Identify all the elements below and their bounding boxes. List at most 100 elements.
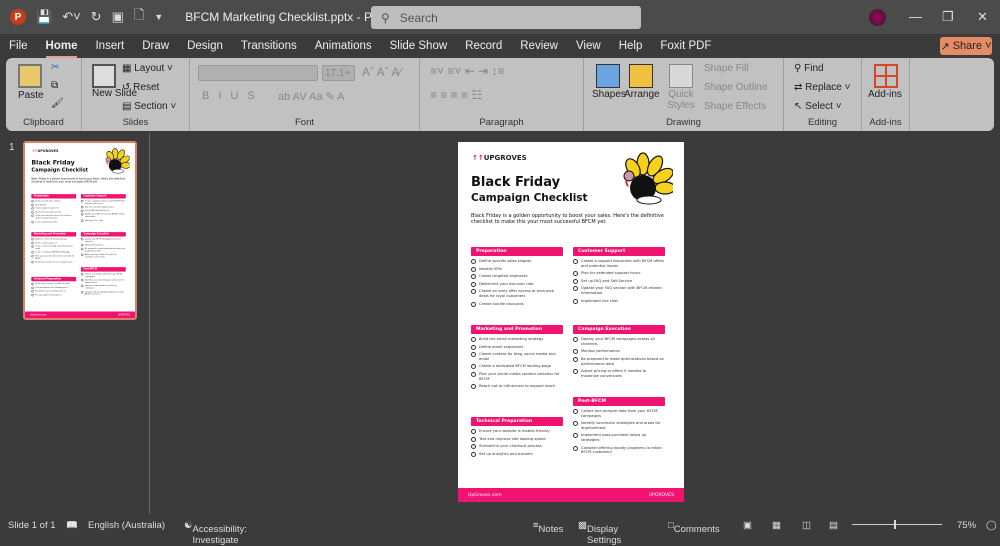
notes-button[interactable]: ≡ Notes	[533, 520, 563, 535]
checkbox-circle-icon	[81, 247, 84, 251]
tab-animations[interactable]: Animations	[306, 36, 381, 58]
ribbon-tabs: File Home Insert Draw Design Transitions…	[0, 36, 720, 58]
share-button[interactable]: ↗ Share ˅	[940, 37, 992, 55]
restore-icon[interactable]: ❐	[942, 9, 954, 25]
tab-review[interactable]: Review	[511, 36, 567, 58]
language[interactable]: English (Australia)	[88, 520, 165, 531]
slide-canvas[interactable]: ↑↑UPGROVES Black Friday Campaign Checklist…	[458, 142, 684, 502]
thumbnail-number: 1	[9, 142, 15, 153]
undo-icon[interactable]: ↶˅	[62, 9, 80, 25]
checkbox-circle-icon	[31, 251, 34, 254]
checkbox-circle-icon	[31, 241, 34, 245]
checklist-item: Collect and analyze data from your BFCM …	[81, 273, 126, 278]
tab-transitions[interactable]: Transitions	[232, 36, 306, 58]
shape-effects-button[interactable]: Shape Effects	[704, 101, 766, 112]
tab-record[interactable]: Record	[456, 36, 511, 58]
font-color-icons[interactable]: ab AV Aa ✎ A	[278, 90, 345, 103]
checklist-item-text: Create an early offer access or exclusiv…	[35, 214, 72, 220]
tab-draw[interactable]: Draw	[133, 36, 178, 58]
notes-label: Notes	[538, 524, 564, 535]
search-box[interactable]: ⚲ Search	[371, 6, 641, 29]
slide: ↑↑UPGROVES Black Friday Campaign Checklist…	[458, 142, 684, 502]
fit-to-window-icon[interactable]: ◯	[986, 520, 997, 531]
checklist-item: Consider offering loyalty programs to re…	[81, 290, 126, 296]
checklist-item: Build the email marketing strategy	[31, 237, 76, 241]
accessibility-status[interactable]: ☯ Accessibility: Investigate	[184, 520, 247, 546]
layout-button[interactable]: ▦ Layout ˅	[122, 63, 173, 74]
customize-qat-icon[interactable]: ▼	[154, 12, 163, 22]
zoom-slider-thumb[interactable]	[894, 520, 896, 529]
checklist-item: Define specific sales targets	[471, 259, 563, 264]
avatar[interactable]	[869, 9, 886, 26]
slideshow-icon[interactable]: ▤	[829, 520, 838, 531]
cut-icon[interactable]: ✂	[51, 62, 59, 73]
redo-icon[interactable]: ↻	[91, 9, 102, 25]
checklist-item: Set up FAQ and Self-Service	[81, 209, 126, 213]
tab-insert[interactable]: Insert	[86, 36, 133, 58]
present-icon[interactable]: ▣	[112, 9, 124, 25]
checkbox-circle-icon	[573, 278, 578, 284]
checklist-item: Be prepared to make optimizations based …	[573, 356, 665, 367]
checklist-item-text: Implement post-purchase follow up strate…	[581, 433, 647, 443]
checklist-item: Identify KPIs	[471, 266, 563, 272]
font-size-icons[interactable]: Aˆ Aˇ A∕	[362, 65, 401, 79]
save-icon[interactable]: 💾	[36, 9, 52, 25]
layout-label: Layout	[134, 63, 165, 74]
section-heading: Marketing and Promotion	[31, 232, 77, 237]
reading-view-icon[interactable]: ◫	[802, 520, 811, 531]
zoom-level[interactable]: 75%	[957, 520, 976, 531]
format-painter-icon[interactable]: 🖌	[51, 98, 64, 109]
checklist-item-text: Determine your discount rate	[35, 211, 62, 214]
list-icons[interactable]: ≡˅ ≡˅ ⇤ ⇥ ↕≡	[430, 64, 504, 78]
tab-design[interactable]: Design	[178, 36, 232, 58]
font-format-icons[interactable]: BIUS	[202, 90, 264, 102]
close-icon[interactable]: ✕	[977, 9, 988, 25]
normal-view-icon[interactable]: ▣	[743, 520, 752, 531]
font-label: Font	[294, 117, 314, 128]
slide-thumbnail-1[interactable]: ↑↑UPGROVES Black Friday Campaign Checklist…	[23, 141, 137, 320]
align-icons[interactable]: ≡ ≡ ≡ ≡ ☷	[430, 88, 482, 102]
replace-button[interactable]: ⇄ Replace ˅	[794, 82, 851, 93]
font-size-select[interactable]: 17.1+	[322, 65, 355, 81]
addins-button[interactable]: Add-ins	[868, 89, 902, 100]
select-button[interactable]: ↖ Select ˅	[794, 101, 842, 112]
quick-styles-button[interactable]: Quick Styles	[664, 89, 698, 111]
shapes-button[interactable]: Shapes	[592, 89, 626, 100]
slide-sorter-icon[interactable]: ▦	[772, 520, 781, 531]
shape-fill-button[interactable]: Shape Fill	[704, 63, 748, 74]
tab-home[interactable]: Home	[37, 36, 87, 58]
copy-icon[interactable]: ⧉	[51, 80, 58, 91]
checklist-item-text: Plan for extended support hours	[581, 271, 641, 276]
tab-help[interactable]: Help	[610, 36, 652, 58]
checkbox-circle-icon	[31, 203, 34, 207]
turkey-illustration	[613, 150, 676, 210]
tab-file[interactable]: File	[0, 36, 37, 58]
reset-button[interactable]: ↺ Reset	[122, 82, 159, 93]
font-family-select[interactable]	[198, 65, 318, 81]
section-heading: Preparation	[471, 247, 563, 256]
spellcheck-icon[interactable]: 📖	[66, 520, 78, 531]
checkbox-circle-icon	[31, 290, 34, 293]
zoom-slider[interactable]	[852, 524, 942, 525]
checkbox-circle-icon	[471, 289, 476, 295]
replace-label: Replace	[805, 82, 842, 93]
checklist-item-text: Update your FAQ section with BFCM-relate…	[581, 286, 662, 296]
checklist-item-text: Build the email marketing strategy	[479, 337, 544, 341]
arrange-button[interactable]: Arrange	[624, 89, 660, 100]
footer-brand: UPGROVES	[648, 492, 674, 498]
tab-slide-show[interactable]: Slide Show	[381, 36, 457, 58]
find-button[interactable]: ⚲ Find	[794, 63, 824, 74]
display-settings-button[interactable]: ▩ Display Settings	[578, 520, 621, 546]
checklist-item: Test and improve site loading speed	[471, 436, 563, 442]
checklist-item-text: Deploy your BFCM campaigns across all ch…	[581, 337, 655, 346]
paste-button[interactable]: Paste	[18, 90, 44, 101]
checklist-item: Create bundle discounts	[31, 220, 76, 224]
shape-outline-button[interactable]: Shape Outline	[704, 82, 767, 93]
tab-foxit-pdf[interactable]: Foxit PDF	[651, 36, 720, 58]
minimize-icon[interactable]: —	[909, 9, 922, 24]
comments-button[interactable]: □ Comments	[668, 520, 720, 535]
section-button[interactable]: ▤ Section ˅	[122, 101, 176, 112]
new-file-icon[interactable]: 🗋	[134, 6, 144, 28]
checkbox-circle-icon	[573, 409, 578, 414]
tab-view[interactable]: View	[567, 36, 610, 58]
